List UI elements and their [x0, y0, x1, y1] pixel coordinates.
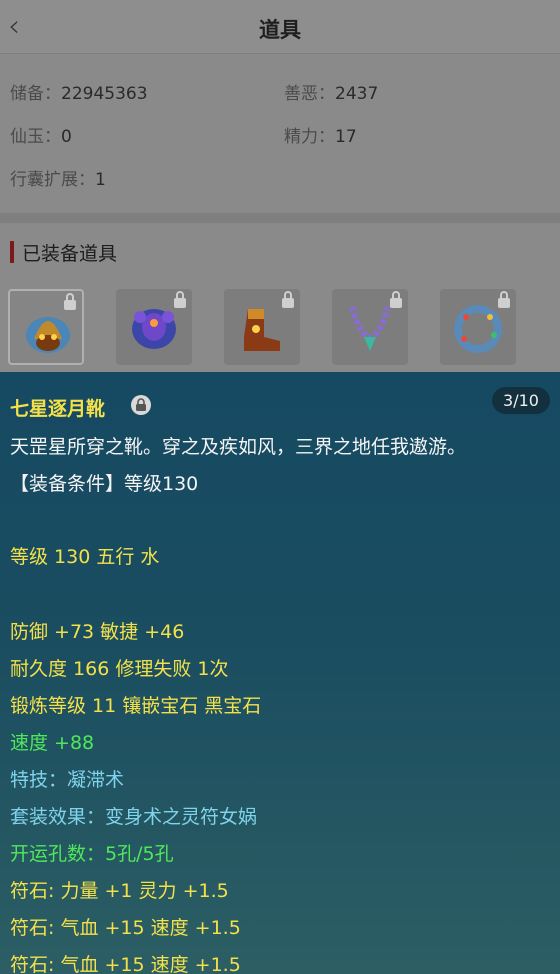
karma-label: 善恶： [284, 84, 335, 104]
energy-label: 精力： [284, 127, 335, 147]
equip-slot-armor[interactable] [116, 289, 192, 365]
item-set-effect: 套装效果：变身术之灵符女娲 [10, 806, 258, 828]
item-rune-2: 符石: 气血 +15 速度 +1.5 [10, 917, 241, 939]
item-holes: 开运孔数：5孔/5孔 [10, 843, 174, 865]
bag-stat: 行囊扩展：1 [10, 165, 106, 190]
item-description: 天罡星所穿之靴。穿之及疾如风，三界之地任我遨游。 [10, 436, 467, 458]
item-rune-1: 符石: 力量 +1 灵力 +1.5 [10, 880, 229, 902]
item-pager: 3/10 [492, 387, 550, 414]
lock-icon [64, 293, 76, 310]
equipped-title: 已装备道具 [22, 243, 118, 265]
bag-label: 行囊扩展： [10, 170, 95, 190]
energy-value: 17 [335, 127, 357, 147]
storage-stat: 储备：22945363 [10, 79, 148, 104]
lock-icon [390, 291, 402, 308]
section-divider [0, 213, 560, 223]
item-special-skill: 特技：凝滞术 [10, 769, 125, 791]
item-attr-defense: 防御 +73 敏捷 +46 [10, 621, 185, 643]
item-name: 七星逐月靴 [10, 398, 106, 420]
lock-icon [282, 291, 294, 308]
lock-icon [174, 291, 186, 308]
item-attr-forge: 锻炼等级 11 镶嵌宝石 黑宝石 [10, 695, 262, 717]
item-attr-durability: 耐久度 166 修理失败 1次 [10, 658, 229, 680]
stats-panel: 储备：22945363 善恶：2437 仙玉：0 精力：17 行囊扩展：1 [0, 55, 560, 213]
storage-value: 22945363 [61, 84, 148, 104]
equipped-section: 已装备道具 [0, 223, 560, 373]
jade-value: 0 [61, 127, 72, 147]
item-attr-speed: 速度 +88 [10, 732, 95, 754]
jade-label: 仙玉： [10, 127, 61, 147]
storage-label: 储备： [10, 84, 61, 104]
energy-stat: 精力：17 [284, 122, 357, 147]
equip-slot-boots[interactable] [224, 289, 300, 365]
lock-icon [131, 395, 151, 415]
page-title: 道具 [259, 18, 301, 42]
karma-value: 2437 [335, 84, 379, 104]
karma-stat: 善恶：2437 [284, 79, 378, 104]
section-accent [10, 241, 14, 263]
item-rune-3: 符石: 气血 +15 速度 +1.5 [10, 954, 241, 974]
jade-stat: 仙玉：0 [10, 122, 72, 147]
item-level: 等级 130 五行 水 [10, 546, 160, 568]
item-requirement: 【装备条件】等级130 [10, 473, 199, 495]
top-bar: ‹ 道具 [0, 0, 560, 54]
equip-slot-necklace[interactable] [332, 289, 408, 365]
item-detail-panel: 七星逐月靴 3/10 天罡星所穿之靴。穿之及疾如风，三界之地任我遨游。 【装备条… [0, 372, 560, 974]
equip-slot-helmet[interactable] [8, 289, 84, 365]
equip-slot-ring[interactable] [440, 289, 516, 365]
lock-icon [498, 291, 510, 308]
bag-value: 1 [95, 170, 106, 190]
